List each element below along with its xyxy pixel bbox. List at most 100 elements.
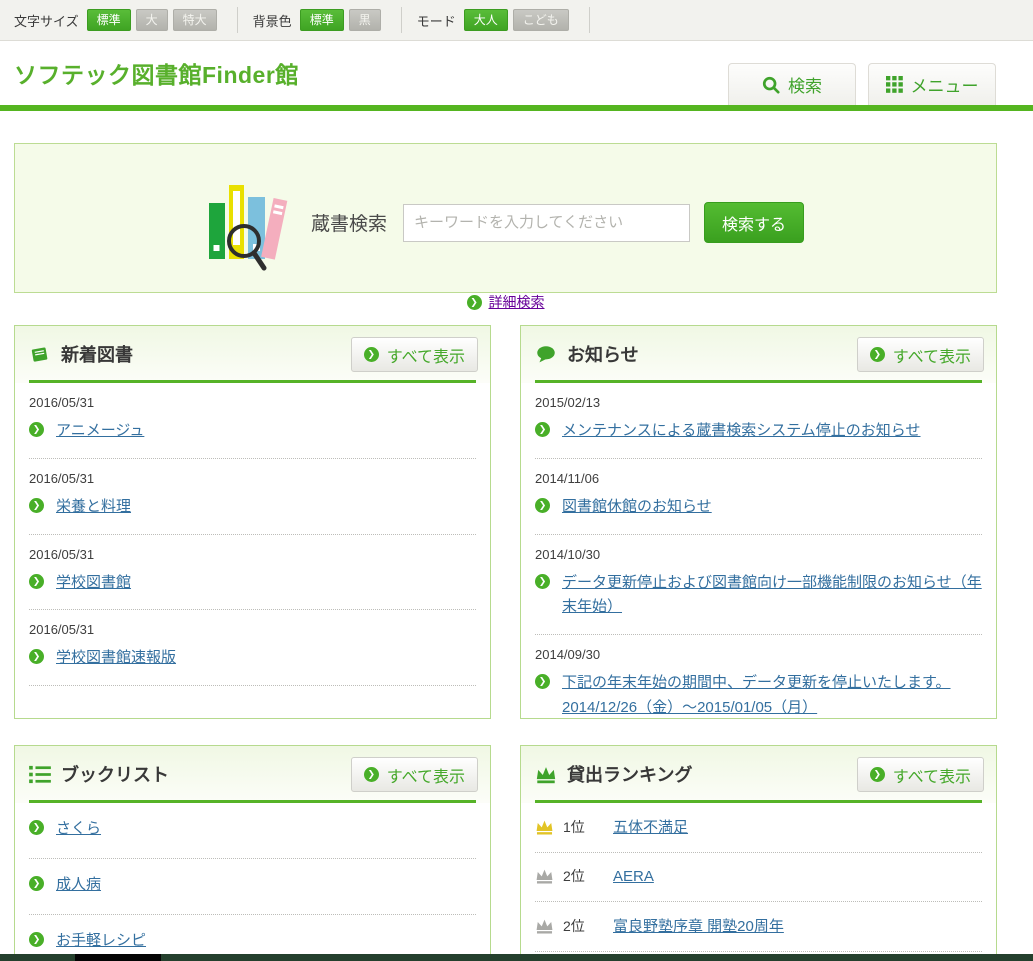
background-color-group: 背景色 標準 黒 xyxy=(253,9,386,31)
news-show-all-button[interactable]: すべて表示 xyxy=(857,337,984,372)
arrow-circle-icon xyxy=(29,498,44,513)
background-color-label: 背景色 xyxy=(253,11,292,30)
font-size-xlarge-button[interactable]: 特大 xyxy=(173,9,217,31)
news-link[interactable]: データ更新停止および図書館向け一部機能制限のお知らせ（年末年始） xyxy=(562,574,982,616)
panel-title: ブックリスト xyxy=(61,761,169,787)
arrow-circle-icon xyxy=(364,767,379,782)
panel-title: 貸出ランキング xyxy=(567,761,692,787)
rank-label: 2位 xyxy=(563,866,601,886)
header-buttons: 検索 メニュー xyxy=(728,63,996,105)
gold-crown-icon xyxy=(535,819,554,835)
panel-booklist: ブックリスト すべて表示 さくら 成人病 xyxy=(14,745,491,961)
arrow-circle-icon xyxy=(535,498,550,513)
news-link[interactable]: 下記の年末年始の期間中、データ更新を停止いたします。2014/12/26（金）～… xyxy=(562,674,951,716)
header-search-button[interactable]: 検索 xyxy=(728,63,856,105)
news-link[interactable]: メンテナンスによる蔵書検索システム停止のお知らせ xyxy=(562,422,921,439)
header-search-label: 検索 xyxy=(788,72,822,97)
new-book-link[interactable]: アニメージュ xyxy=(56,422,144,439)
mode-label: モード xyxy=(417,11,456,30)
site-header: ソフテック図書館Finder館 検索 xyxy=(0,41,1033,105)
panel-news: お知らせ すべて表示 2015/02/13 メンテナンスによる蔵書検索システム停… xyxy=(520,325,997,719)
item-date: 2014/09/30 xyxy=(535,647,982,662)
new-book-link[interactable]: 学校図書館 xyxy=(56,574,131,591)
bg-black-button[interactable]: 黒 xyxy=(349,9,381,31)
new-book-link[interactable]: 栄養と料理 xyxy=(56,498,131,515)
silver-crown-icon xyxy=(535,868,554,884)
news-link[interactable]: 図書館休館のお知らせ xyxy=(562,498,712,515)
catalog-search-submit-button[interactable]: 検索する xyxy=(704,202,804,243)
arrow-circle-icon xyxy=(535,574,550,589)
crown-icon xyxy=(535,765,557,784)
list-item: 2014/10/30 データ更新停止および図書館向け一部機能制限のお知らせ（年末… xyxy=(535,535,982,636)
new-books-show-all-button[interactable]: すべて表示 xyxy=(351,337,478,372)
arrow-circle-icon xyxy=(29,422,44,437)
ranking-row: 1位 五体不満足 xyxy=(535,803,982,853)
list-item: 2016/05/31 学校図書館 xyxy=(29,535,476,611)
list-item: 成人病 xyxy=(29,859,476,915)
ranking-row: 2位 AERA xyxy=(535,853,982,902)
new-book-link[interactable]: 学校図書館速報版 xyxy=(56,649,176,666)
arrow-circle-icon xyxy=(29,574,44,589)
arrow-circle-icon xyxy=(29,876,44,891)
accessibility-bar: 文字サイズ 標準 大 特大 背景色 標準 黒 モード 大人 こども xyxy=(0,0,1033,41)
catalog-search-box: 蔵書検索 検索する 詳細検索 xyxy=(14,143,997,293)
booklist-link[interactable]: お手軽レシピ xyxy=(56,932,146,949)
grid-menu-icon xyxy=(886,76,903,93)
header-menu-button[interactable]: メニュー xyxy=(868,63,996,105)
books-magnifier-icon xyxy=(207,175,291,276)
list-item: 2014/09/30 下記の年末年始の期間中、データ更新を停止いたします。201… xyxy=(535,635,982,719)
silver-crown-icon xyxy=(535,918,554,934)
library-homepage: 文字サイズ 標準 大 特大 背景色 標準 黒 モード 大人 こども ソフテック図… xyxy=(0,0,1033,961)
item-date: 2014/10/30 xyxy=(535,547,982,562)
ranking-link[interactable]: 富良野塾序章 開塾20周年 xyxy=(613,915,784,936)
font-size-standard-button[interactable]: 標準 xyxy=(87,9,131,31)
ranking-link[interactable]: AERA xyxy=(613,868,654,885)
arrow-circle-icon xyxy=(870,767,885,782)
item-date: 2016/05/31 xyxy=(29,395,476,410)
panel-title: お知らせ xyxy=(567,341,639,367)
ranking-link[interactable]: 五体不満足 xyxy=(613,816,688,837)
booklist-link[interactable]: 成人病 xyxy=(56,876,101,893)
content-panels: 新着図書 すべて表示 2016/05/31 アニメージュ 2016/05/31 xyxy=(14,325,997,961)
catalog-search-label: 蔵書検索 xyxy=(311,209,387,236)
divider xyxy=(237,7,238,33)
item-date: 2015/02/13 xyxy=(535,395,982,410)
item-date: 2016/05/31 xyxy=(29,622,476,637)
divider xyxy=(589,7,590,33)
ranking-row: 2位 富良野塾序章 開塾20周年 xyxy=(535,902,982,952)
divider xyxy=(401,7,402,33)
mode-kids-button[interactable]: こども xyxy=(513,9,569,31)
advanced-search-link[interactable]: 詳細検索 xyxy=(489,292,545,312)
ranking-show-all-button[interactable]: すべて表示 xyxy=(857,757,984,792)
item-date: 2014/11/06 xyxy=(535,471,982,486)
arrow-circle-icon xyxy=(870,347,885,362)
booklist-show-all-button[interactable]: すべて表示 xyxy=(351,757,478,792)
font-size-group: 文字サイズ 標準 大 特大 xyxy=(14,9,222,31)
rank-label: 1位 xyxy=(563,817,601,837)
header-accent-bar xyxy=(0,105,1033,111)
arrow-circle-icon xyxy=(535,422,550,437)
book-icon xyxy=(29,344,51,365)
footer-strip xyxy=(0,954,1033,961)
speech-bubble-icon xyxy=(535,344,557,365)
arrow-circle-icon xyxy=(467,295,482,310)
list-item: 2016/05/31 アニメージュ xyxy=(29,383,476,459)
mode-adult-button[interactable]: 大人 xyxy=(464,9,508,31)
bg-standard-button[interactable]: 標準 xyxy=(300,9,344,31)
item-date: 2016/05/31 xyxy=(29,547,476,562)
panel-rule xyxy=(29,380,476,383)
panel-rule xyxy=(29,800,476,803)
booklist-link[interactable]: さくら xyxy=(56,820,101,837)
arrow-circle-icon xyxy=(364,347,379,362)
arrow-circle-icon xyxy=(29,649,44,664)
item-date: 2016/05/31 xyxy=(29,471,476,486)
panel-ranking: 貸出ランキング すべて表示 1位 五体不満足 xyxy=(520,745,997,961)
catalog-search-input[interactable] xyxy=(403,204,690,242)
header-menu-label: メニュー xyxy=(911,72,979,97)
list-item: 2016/05/31 栄養と料理 xyxy=(29,459,476,535)
arrow-circle-icon xyxy=(535,674,550,689)
font-size-label: 文字サイズ xyxy=(14,11,79,30)
font-size-large-button[interactable]: 大 xyxy=(136,9,168,31)
list-item: 2016/05/31 学校図書館速報版 xyxy=(29,610,476,686)
list-item: 2014/11/06 図書館休館のお知らせ xyxy=(535,459,982,535)
